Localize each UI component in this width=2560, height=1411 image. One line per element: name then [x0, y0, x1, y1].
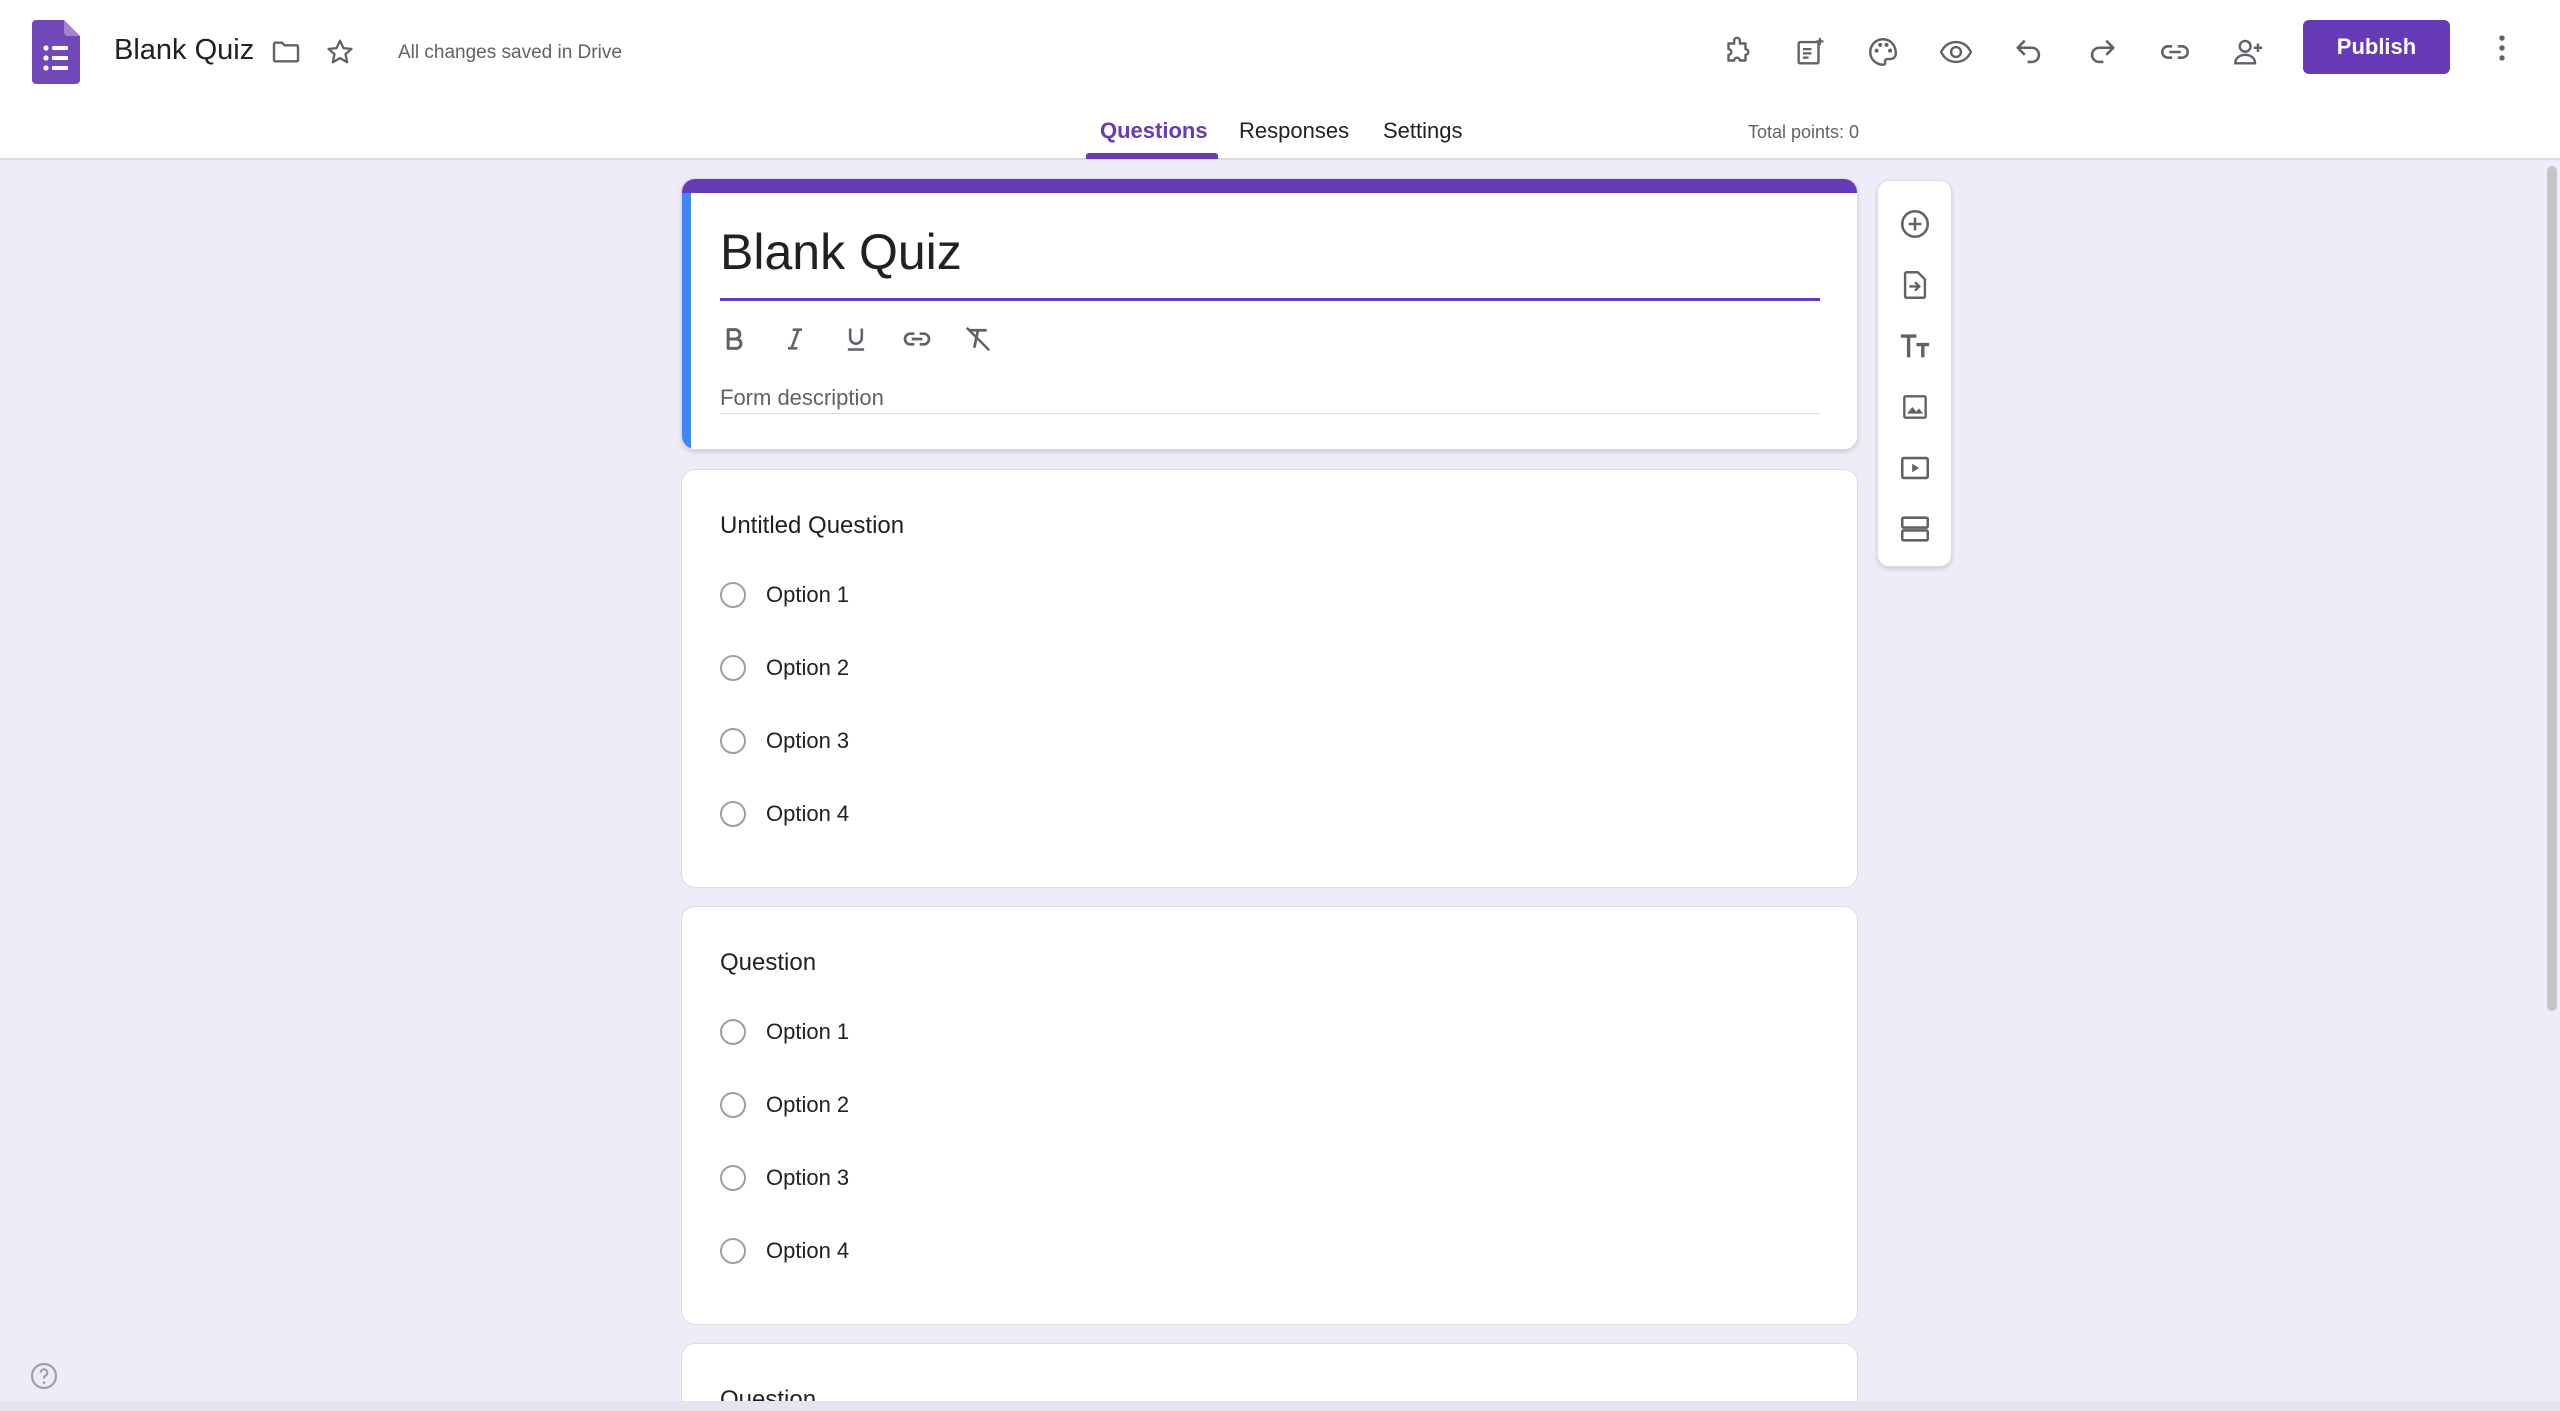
question-title[interactable]: Question: [720, 949, 816, 977]
radio-button[interactable]: [720, 655, 746, 681]
italic-icon[interactable]: [773, 317, 817, 361]
radio-button[interactable]: [720, 1092, 746, 1118]
page-scrollbar[interactable]: [2547, 166, 2557, 1011]
option-row[interactable]: Option 4: [720, 797, 849, 831]
option-row[interactable]: Option 3: [720, 724, 849, 758]
tab-questions[interactable]: Questions: [1100, 118, 1208, 144]
publish-button[interactable]: Publish: [2303, 20, 2450, 74]
radio-button[interactable]: [720, 801, 746, 827]
question-card[interactable]: Question: [681, 1343, 1858, 1401]
option-label: Option 1: [766, 1019, 850, 1044]
radio-button[interactable]: [720, 582, 746, 608]
add-collaborator-icon[interactable]: [2220, 24, 2276, 80]
radio-button[interactable]: [720, 1019, 746, 1045]
document-title[interactable]: Blank Quiz: [114, 34, 254, 67]
description-underline: [720, 413, 1820, 414]
add-section-icon[interactable]: [1886, 500, 1944, 558]
option-label: Option 2: [766, 655, 850, 680]
question-title[interactable]: Untitled Question: [720, 512, 904, 540]
star-icon[interactable]: [318, 30, 362, 74]
folder-icon[interactable]: [264, 30, 308, 74]
customize-form-icon[interactable]: [1782, 24, 1838, 80]
preview-eye-icon[interactable]: [1928, 24, 1984, 80]
help-icon[interactable]: [24, 1356, 64, 1396]
option-label: Option 4: [766, 801, 850, 826]
form-title-input[interactable]: Blank Quiz: [720, 223, 962, 281]
question-card[interactable]: Question Option 1 Option 2 Option 3 Opti…: [681, 906, 1858, 1325]
add-question-icon[interactable]: [1886, 195, 1944, 253]
option-row[interactable]: Option 1: [720, 578, 849, 612]
option-label: Option 3: [766, 728, 850, 753]
palette-icon[interactable]: [1855, 24, 1911, 80]
side-toolbar: [1877, 180, 1952, 567]
option-label: Option 1: [766, 582, 850, 607]
undo-icon[interactable]: [2001, 24, 2057, 80]
form-description-input[interactable]: Form description: [720, 385, 884, 411]
app-header: Blank Quiz All changes saved in Drive Pu…: [0, 0, 2560, 160]
question-card[interactable]: Untitled Question Option 1 Option 2 Opti…: [681, 469, 1858, 888]
redo-icon[interactable]: [2074, 24, 2130, 80]
more-vert-icon[interactable]: [2478, 24, 2526, 72]
import-questions-icon[interactable]: [1886, 256, 1944, 314]
radio-button[interactable]: [720, 1238, 746, 1264]
save-status: All changes saved in Drive: [398, 42, 622, 63]
tab-settings[interactable]: Settings: [1383, 118, 1463, 144]
option-row[interactable]: Option 1: [720, 1015, 849, 1049]
add-ons-icon[interactable]: [1709, 24, 1765, 80]
bold-icon[interactable]: [712, 317, 756, 361]
theme-color-bar: [682, 179, 1857, 193]
active-card-indicator: [682, 193, 691, 449]
clear-format-icon[interactable]: [956, 317, 1000, 361]
option-label: Option 4: [766, 1238, 850, 1263]
underline-icon[interactable]: [834, 317, 878, 361]
google-forms-logo-icon[interactable]: [32, 20, 80, 84]
form-title-card[interactable]: Blank Quiz Form description: [681, 178, 1858, 450]
add-title-text-icon[interactable]: [1886, 317, 1944, 375]
option-row[interactable]: Option 2: [720, 651, 849, 685]
tab-responses[interactable]: Responses: [1239, 118, 1349, 144]
option-row[interactable]: Option 2: [720, 1088, 849, 1122]
copy-link-icon[interactable]: [2147, 24, 2203, 80]
radio-button[interactable]: [720, 1165, 746, 1191]
option-row[interactable]: Option 4: [720, 1234, 849, 1268]
radio-button[interactable]: [720, 728, 746, 754]
title-underline: [720, 298, 1820, 301]
link-icon[interactable]: [895, 317, 939, 361]
add-image-icon[interactable]: [1886, 378, 1944, 436]
question-title[interactable]: Question: [720, 1386, 816, 1401]
option-row[interactable]: Option 3: [720, 1161, 849, 1195]
active-tab-indicator: [1086, 153, 1218, 159]
total-points: Total points: 0: [1748, 122, 1860, 142]
add-video-icon[interactable]: [1886, 439, 1944, 497]
option-label: Option 3: [766, 1165, 850, 1190]
bottom-strip: [0, 1401, 2560, 1411]
option-label: Option 2: [766, 1092, 850, 1117]
